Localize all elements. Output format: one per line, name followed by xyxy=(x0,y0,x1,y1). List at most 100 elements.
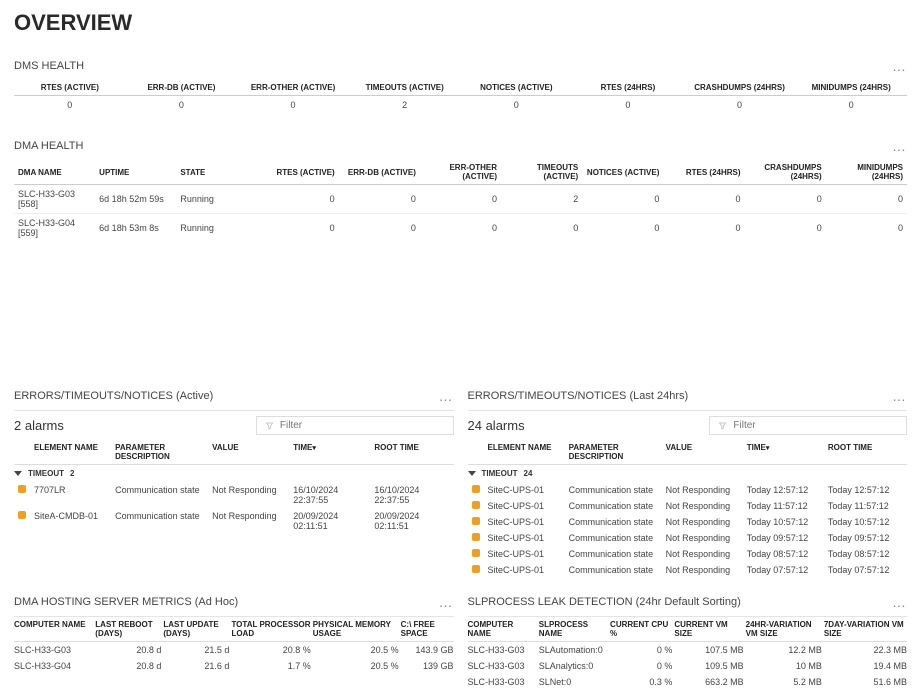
leak-col-header[interactable]: COMPUTER NAME xyxy=(468,620,537,638)
leak-cell: SLNet:0 xyxy=(539,677,608,687)
table-row[interactable]: SLC-H33-G03SLAnalytics:00 %109.5 MB10 MB… xyxy=(468,658,908,674)
alarm-cell: 7707LR xyxy=(34,485,113,505)
errors-active-filter[interactable] xyxy=(256,416,454,435)
alarm-col-header[interactable]: PARAMETER DESCRIPTION xyxy=(569,443,664,461)
alarm-col-header[interactable]: ELEMENT NAME xyxy=(488,443,567,461)
leak-panel: SLPROCESS LEAK DETECTION (24hr Default S… xyxy=(468,588,908,690)
leak-col-header[interactable]: CURRENT VM SIZE xyxy=(674,620,743,638)
dma-col-header[interactable]: TIMEOUTS (ACTIVE) xyxy=(501,160,582,185)
leak-cell: 0.3 % xyxy=(610,677,672,687)
hosting-col-header[interactable]: C:\ FREE SPACE xyxy=(401,620,454,638)
leak-title: SLPROCESS LEAK DETECTION (24hr Default S… xyxy=(468,596,741,608)
errors-24h-filter[interactable] xyxy=(709,416,907,435)
errors-active-alarm-count: 2 alarms xyxy=(14,418,64,433)
alarm-row[interactable]: SiteC-UPS-01Communication stateNot Respo… xyxy=(468,514,908,530)
dms-col-header[interactable]: TIMEOUTS (ACTIVE) xyxy=(349,80,461,96)
alarm-row[interactable]: SiteC-UPS-01Communication stateNot Respo… xyxy=(468,530,908,546)
hosting-cell: 20.5 % xyxy=(313,661,399,671)
leak-col-header[interactable]: SLPROCESS NAME xyxy=(539,620,608,638)
dms-col-header[interactable]: ERR-OTHER (ACTIVE) xyxy=(237,80,349,96)
dma-col-header[interactable]: UPTIME xyxy=(95,160,176,185)
dma-col-header[interactable]: MINIDUMPS (24HRS) xyxy=(826,160,907,185)
alarm-cell: Not Responding xyxy=(212,485,291,505)
leak-cell: 10 MB xyxy=(746,661,822,671)
timeout-group-active[interactable]: TIMEOUT 2 xyxy=(14,465,454,482)
table-row[interactable]: SLC-H33-G03 [558]6d 18h 52m 59sRunning00… xyxy=(14,185,907,214)
errors-24h-panel: ERRORS/TIMEOUTS/NOTICES (Last 24hrs) … 2… xyxy=(468,382,908,578)
dms-col-header[interactable]: ERR-DB (ACTIVE) xyxy=(126,80,238,96)
hosting-col-header[interactable]: COMPUTER NAME xyxy=(14,620,93,638)
timeout-group-count: 2 xyxy=(70,469,74,478)
dms-col-header[interactable]: CRASHDUMPS (24HRS) xyxy=(684,80,796,96)
alarm-row[interactable]: SiteC-UPS-01Communication stateNot Respo… xyxy=(468,546,908,562)
leak-cell: 107.5 MB xyxy=(674,645,743,655)
alarm-cell: SiteC-UPS-01 xyxy=(488,501,567,511)
dma-col-header[interactable]: ERR-DB (ACTIVE) xyxy=(339,160,420,185)
dms-cell: 0 xyxy=(237,96,349,115)
hosting-col-header[interactable]: PHYSICAL MEMORY USAGE xyxy=(313,620,399,638)
errors-24h-menu[interactable]: … xyxy=(892,388,907,404)
leak-col-header[interactable]: 24HR-VARIATION VM SIZE xyxy=(746,620,822,638)
leak-menu[interactable]: … xyxy=(892,594,907,610)
alarm-col-header[interactable]: ROOT TIME xyxy=(374,443,453,461)
dma-cell: 0 xyxy=(745,185,826,214)
hosting-menu[interactable]: … xyxy=(439,594,454,610)
dma-col-header[interactable]: STATE xyxy=(176,160,257,185)
alarm-col-header[interactable]: TIME▾ xyxy=(293,443,372,461)
leak-col-header[interactable]: 7DAY-VARIATION VM SIZE xyxy=(824,620,907,638)
alarm-row[interactable]: 7707LRCommunication stateNot Responding1… xyxy=(14,482,454,508)
hosting-panel: DMA HOSTING SERVER METRICS (Ad Hoc) … CO… xyxy=(14,588,454,690)
dma-cell: 0 xyxy=(258,214,339,243)
alarm-severity-dot xyxy=(472,533,480,541)
alarm-col-header[interactable]: VALUE xyxy=(666,443,745,461)
dms-health-menu[interactable]: … xyxy=(892,58,907,74)
dma-col-header[interactable]: NOTICES (ACTIVE) xyxy=(582,160,663,185)
alarm-cell: SiteC-UPS-01 xyxy=(488,533,567,543)
errors-active-filter-input[interactable] xyxy=(280,420,445,431)
table-row[interactable]: SLC-H33-G03SLAutomation:00 %107.5 MB12.2… xyxy=(468,642,908,658)
leak-cell: 663.2 MB xyxy=(674,677,743,687)
dma-col-header[interactable]: ERR-OTHER (ACTIVE) xyxy=(420,160,501,185)
dms-col-header[interactable]: RTES (ACTIVE) xyxy=(14,80,126,96)
alarm-col-header[interactable]: ROOT TIME xyxy=(828,443,907,461)
alarm-col-header[interactable]: VALUE xyxy=(212,443,291,461)
dms-col-header[interactable]: NOTICES (ACTIVE) xyxy=(461,80,573,96)
dma-cell: 2 xyxy=(501,185,582,214)
dma-col-header[interactable]: DMA NAME xyxy=(14,160,95,185)
alarm-row[interactable]: SiteC-UPS-01Communication stateNot Respo… xyxy=(468,562,908,578)
dms-col-header[interactable]: RTES (24HRS) xyxy=(572,80,684,96)
leak-col-header[interactable]: CURRENT CPU % xyxy=(610,620,672,638)
alarm-severity-dot xyxy=(18,511,26,519)
dma-col-header[interactable]: RTES (ACTIVE) xyxy=(258,160,339,185)
alarm-row[interactable]: SiteC-UPS-01Communication stateNot Respo… xyxy=(468,498,908,514)
alarm-col-header[interactable]: PARAMETER DESCRIPTION xyxy=(115,443,210,461)
table-row[interactable]: SLC-H33-G03SLNet:00.3 %663.2 MB5.2 MB51.… xyxy=(468,674,908,690)
errors-active-menu[interactable]: … xyxy=(439,388,454,404)
dms-col-header[interactable]: MINIDUMPS (24HRS) xyxy=(795,80,907,96)
dma-cell: 0 xyxy=(663,214,744,243)
alarm-cell: Today 11:57:12 xyxy=(747,501,826,511)
alarm-col-header[interactable]: TIME▾ xyxy=(747,443,826,461)
alarm-row[interactable]: SiteA-CMDB-01Communication stateNot Resp… xyxy=(14,508,454,534)
hosting-cell: 1.7 % xyxy=(231,661,310,671)
hosting-col-header[interactable]: LAST REBOOT (DAYS) xyxy=(95,620,161,638)
table-row[interactable]: SLC-H33-G04 [559]6d 18h 53m 8sRunning000… xyxy=(14,214,907,243)
leak-cell: 51.6 MB xyxy=(824,677,907,687)
filter-icon xyxy=(718,421,727,431)
dma-cell: Running xyxy=(176,214,257,243)
table-row[interactable]: SLC-H33-G0420.8 d21.6 d1.7 %20.5 %139 GB xyxy=(14,658,454,674)
alarm-cell: 20/09/2024 02:11:51 xyxy=(293,511,372,531)
timeout-group-24h[interactable]: TIMEOUT 24 xyxy=(468,465,908,482)
dma-cell: 0 xyxy=(663,185,744,214)
dma-col-header[interactable]: CRASHDUMPS (24HRS) xyxy=(745,160,826,185)
errors-24h-filter-input[interactable] xyxy=(733,420,898,431)
hosting-col-header[interactable]: LAST UPDATE (DAYS) xyxy=(163,620,229,638)
alarm-cell: Today 10:57:12 xyxy=(828,517,907,527)
dma-health-menu[interactable]: … xyxy=(892,138,907,154)
alarm-row[interactable]: SiteC-UPS-01Communication stateNot Respo… xyxy=(468,482,908,498)
table-row[interactable]: SLC-H33-G0320.8 d21.5 d20.8 %20.5 %143.9… xyxy=(14,642,454,658)
hosting-col-header[interactable]: TOTAL PROCESSOR LOAD xyxy=(231,620,310,638)
chevron-down-icon xyxy=(14,471,22,476)
alarm-col-header[interactable]: ELEMENT NAME xyxy=(34,443,113,461)
dma-col-header[interactable]: RTES (24HRS) xyxy=(663,160,744,185)
